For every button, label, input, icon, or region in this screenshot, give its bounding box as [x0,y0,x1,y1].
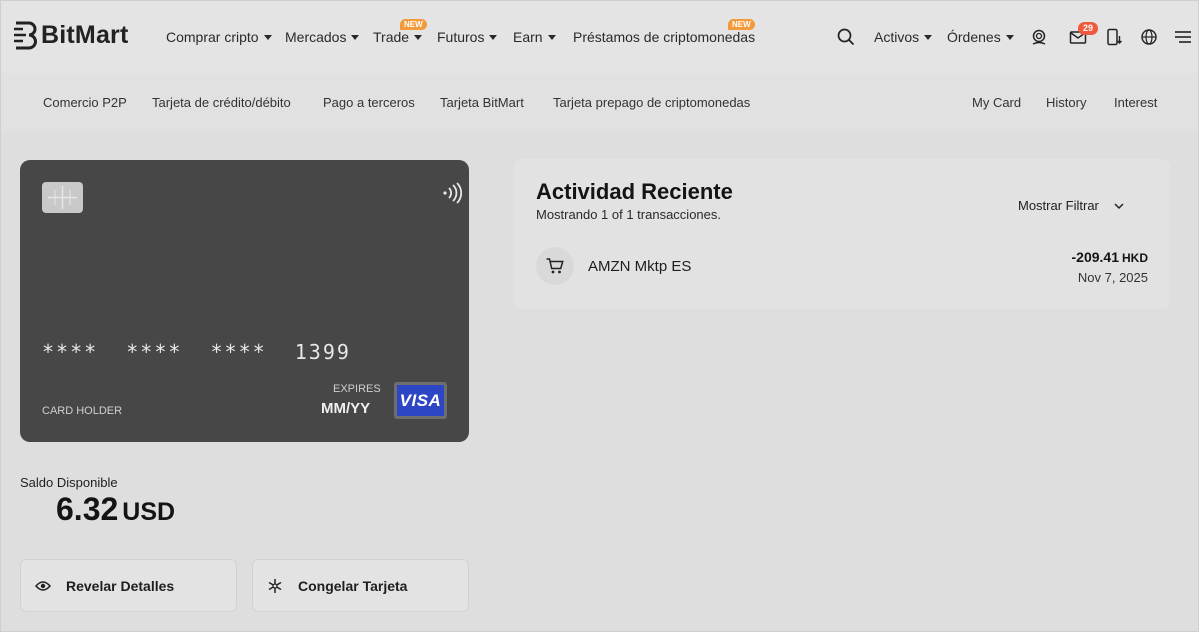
subnav-tarjeta-prepago[interactable]: Tarjeta prepago de criptomonedas [553,95,750,110]
subnav-tarjeta-credito[interactable]: Tarjeta de crédito/débito [152,95,291,110]
caret-down-icon [924,34,933,40]
nav-mercados[interactable]: Mercados [285,29,360,45]
globe-icon[interactable] [1139,27,1159,47]
caret-down-icon [489,34,498,40]
expires-label: EXPIRES [333,383,381,395]
nav-label: Activos [874,29,920,45]
subnav-pago-terceros[interactable]: Pago a terceros [323,95,415,110]
show-filter-toggle[interactable]: Mostrar Filtrar [1018,198,1125,213]
top-navigation: BitMart Comprar cripto Mercados Trade NE… [1,1,1198,73]
card-number: **** **** **** 1399 [42,340,351,364]
nav-prestamos[interactable]: Préstamos de criptomonedas [573,29,755,45]
transaction-amount-value: -209.41 [1071,249,1119,265]
nav-label: Futuros [437,29,485,45]
visa-logo: VISA [394,382,447,419]
card-chip-icon [42,182,83,213]
new-badge: NEW [400,19,427,30]
recent-activity-panel: Actividad Reciente Mostrando 1 of 1 tran… [514,159,1170,309]
nav-activos[interactable]: Activos [874,29,933,45]
new-badge: NEW [728,19,755,30]
freeze-card-button[interactable]: Congelar Tarjeta [252,559,469,612]
search-icon[interactable] [836,27,856,47]
nav-label: Mercados [285,29,347,45]
subnav-my-card[interactable]: My Card [972,95,1021,110]
balance-value: 6.32 [56,491,119,527]
brand-name: BitMart [41,20,129,49]
transaction-date: Nov 7, 2025 [1077,270,1148,285]
caret-down-icon [351,34,360,40]
filter-label: Mostrar Filtrar [1018,198,1099,213]
download-app-icon[interactable] [1104,27,1124,47]
balance-currency: USD [122,498,176,526]
nav-earn[interactable]: Earn [513,29,556,45]
caret-down-icon [547,34,556,40]
menu-icon[interactable] [1173,27,1193,47]
reveal-details-label: Revelar Detalles [66,577,175,594]
nav-label: Earn [513,29,543,45]
snowflake-icon [267,578,283,594]
chevron-down-icon [1114,202,1124,209]
transaction-merchant: AMZN Mktp ES [588,258,692,275]
activity-subtitle: Mostrando 1 of 1 transacciones. [536,207,721,222]
nav-label: Órdenes [947,29,1001,45]
balance-label: Saldo Disponible [20,475,118,490]
activity-title: Actividad Reciente [536,179,733,204]
card-subnavigation: Comercio P2P Tarjeta de crédito/débito P… [1,73,1198,131]
caret-down-icon [1005,34,1014,40]
caret-down-icon [263,34,272,40]
freeze-card-label: Congelar Tarjeta [298,577,408,594]
balance-amount: 6.32 USD [56,491,175,528]
mail-count-badge: 29 [1078,22,1099,35]
cart-icon [536,247,574,285]
nav-ordenes[interactable]: Órdenes [947,29,1014,45]
nav-label: Trade [373,29,410,45]
support-icon[interactable] [1029,27,1049,47]
subnav-comercio-p2p[interactable]: Comercio P2P [43,95,127,110]
reveal-details-button[interactable]: Revelar Detalles [20,559,237,612]
subnav-interest[interactable]: Interest [1114,95,1157,110]
transaction-currency: HKD [1122,251,1148,265]
expires-value: MM/YY [321,400,371,417]
nav-trade[interactable]: Trade [373,29,423,45]
eye-icon [35,578,51,594]
nav-label: Comprar cripto [166,29,259,45]
nav-comprar-cripto[interactable]: Comprar cripto [166,29,272,45]
transaction-amount: -209.41 HKD [1072,249,1148,265]
contactless-icon [443,182,463,204]
subnav-history[interactable]: History [1046,95,1086,110]
nav-label: Préstamos de criptomonedas [573,29,756,45]
subnav-tarjeta-bitmart[interactable]: Tarjeta BitMart [440,95,524,110]
caret-down-icon [414,34,423,40]
virtual-card: **** **** **** 1399 CARD HOLDER EXPIRES … [20,160,469,442]
nav-futuros[interactable]: Futuros [437,29,498,45]
card-holder-label: CARD HOLDER [42,405,123,417]
bitmart-logo-icon [14,21,37,50]
bitmart-logo[interactable]: BitMart [13,19,129,51]
